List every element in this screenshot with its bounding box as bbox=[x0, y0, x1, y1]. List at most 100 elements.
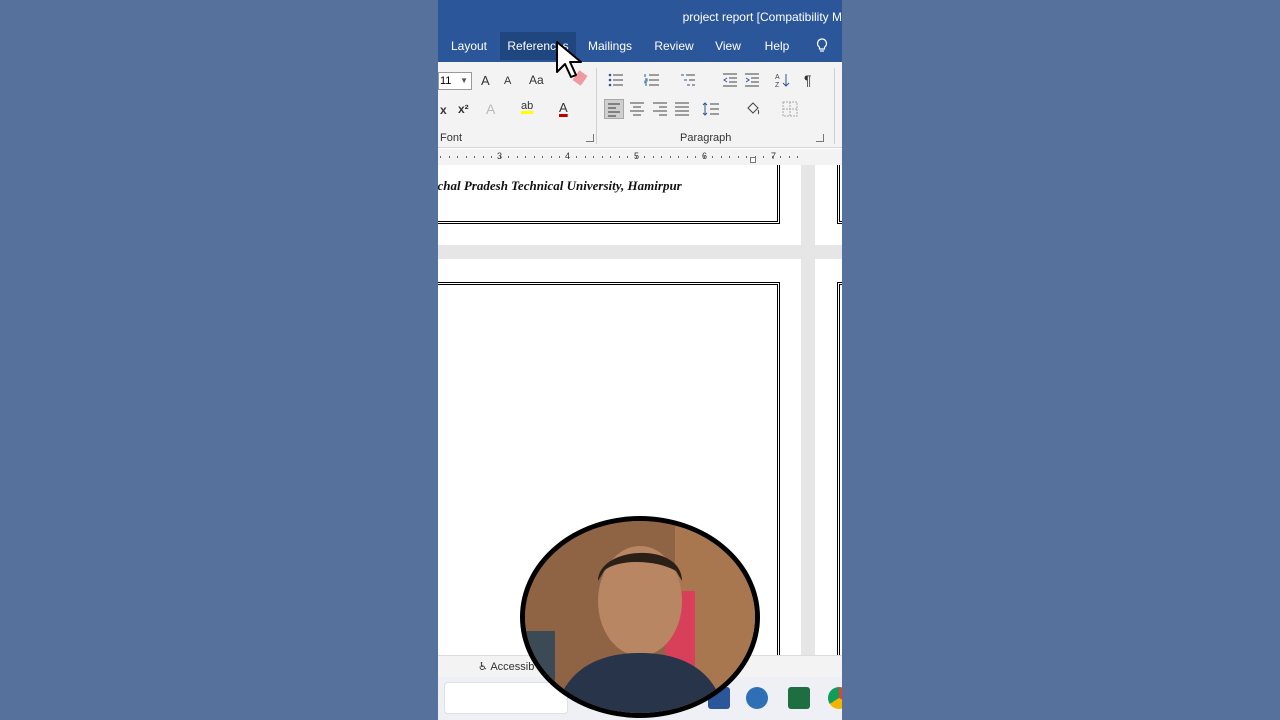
group-separator bbox=[596, 68, 597, 144]
ruler-tick bbox=[542, 156, 543, 158]
ruler-tick bbox=[474, 156, 475, 158]
shrink-font-button[interactable]: A bbox=[504, 75, 511, 87]
paragraph-group-label: Paragraph bbox=[680, 132, 732, 144]
svg-text:Z: Z bbox=[775, 82, 780, 88]
page-4[interactable] bbox=[815, 259, 842, 655]
ruler-tick bbox=[448, 156, 450, 158]
ruler-tick bbox=[465, 156, 467, 158]
ruler-number: 5 bbox=[634, 151, 640, 161]
font-size-value: 11 bbox=[440, 75, 452, 87]
multilevel-list-icon[interactable] bbox=[680, 73, 696, 87]
shading-icon[interactable] bbox=[744, 100, 762, 118]
font-group-label: Font bbox=[440, 132, 463, 144]
page-border: achal Pradesh Technical University, Hami… bbox=[438, 165, 780, 224]
excel-app-icon[interactable] bbox=[788, 687, 810, 709]
university-name-text[interactable]: achal Pradesh Technical University, Hami… bbox=[438, 178, 682, 194]
ruler-tick bbox=[780, 156, 781, 158]
photos-app-icon[interactable] bbox=[746, 687, 768, 709]
ruler-number: 6 bbox=[702, 151, 708, 161]
ruler-tick bbox=[593, 156, 594, 158]
tab-help[interactable]: Help bbox=[756, 32, 798, 60]
ruler-tick bbox=[516, 156, 518, 158]
ruler-tick bbox=[720, 156, 722, 158]
page-border bbox=[837, 282, 842, 655]
ruler-tick bbox=[601, 156, 603, 158]
ruler-tick bbox=[576, 156, 577, 158]
ruler-tick bbox=[763, 156, 764, 158]
page-1[interactable]: achal Pradesh Technical University, Hami… bbox=[438, 165, 801, 245]
ruler-number: 3 bbox=[497, 151, 503, 161]
numbering-icon[interactable] bbox=[644, 73, 660, 87]
paragraph-dialog-launcher[interactable] bbox=[816, 134, 824, 142]
lightbulb-icon[interactable] bbox=[816, 38, 828, 54]
horizontal-ruler[interactable]: 3 4 5 6 7 bbox=[438, 149, 842, 165]
align-center-icon[interactable] bbox=[629, 102, 645, 116]
ruler-tick bbox=[533, 156, 535, 158]
subscript-button[interactable]: x bbox=[440, 103, 447, 117]
accessibility-icon: ♿︎ bbox=[478, 661, 488, 673]
ruler-tick bbox=[508, 156, 509, 158]
mouse-cursor-icon bbox=[556, 41, 582, 78]
ruler-tick bbox=[686, 156, 688, 158]
ruler-tick bbox=[729, 156, 730, 158]
justify-icon[interactable] bbox=[674, 102, 690, 116]
ruler-tick bbox=[610, 156, 611, 158]
change-case-button[interactable]: Aa bbox=[529, 73, 544, 87]
line-spacing-icon[interactable] bbox=[702, 101, 720, 117]
title-bar: project report [Compatibility M Layout R… bbox=[438, 0, 842, 62]
increase-indent-icon[interactable] bbox=[744, 73, 760, 87]
decrease-indent-icon[interactable] bbox=[722, 73, 738, 87]
page-2[interactable] bbox=[815, 165, 842, 245]
ribbon: 11 ▼ A A Aa x x² A ab A Font AZ ¶ Paragr… bbox=[438, 62, 842, 148]
accessibility-status[interactable]: ♿︎ Accessib bbox=[478, 660, 534, 673]
ruler-tick bbox=[618, 156, 620, 158]
document-title: project report [Compatibility M bbox=[682, 10, 842, 24]
show-formatting-marks-button[interactable]: ¶ bbox=[804, 72, 812, 88]
grow-font-button[interactable]: A bbox=[481, 73, 490, 88]
superscript-button[interactable]: x² bbox=[458, 102, 469, 116]
ruler-tick bbox=[627, 156, 628, 158]
font-dialog-launcher[interactable] bbox=[586, 134, 594, 142]
ruler-tick bbox=[737, 156, 739, 158]
ruler-number: 7 bbox=[771, 151, 777, 161]
align-left-button[interactable] bbox=[604, 99, 624, 119]
webcam-overlay bbox=[520, 516, 760, 718]
ruler-tick bbox=[644, 156, 645, 158]
taskbar-search-box[interactable] bbox=[444, 682, 568, 714]
ruler-number: 4 bbox=[565, 151, 571, 161]
tab-view[interactable]: View bbox=[710, 32, 746, 60]
tab-review[interactable]: Review bbox=[648, 32, 700, 60]
ruler-tick bbox=[661, 156, 662, 158]
font-color-button[interactable]: A bbox=[559, 100, 568, 115]
ruler-tick bbox=[788, 156, 790, 158]
ruler-tick bbox=[652, 156, 654, 158]
ruler-tick bbox=[584, 156, 586, 158]
ruler-tick bbox=[525, 156, 526, 158]
ruler-tick bbox=[695, 156, 696, 158]
font-size-dropdown[interactable]: 11 ▼ bbox=[438, 72, 472, 90]
chevron-down-icon: ▼ bbox=[460, 76, 468, 85]
accessibility-label: Accessib bbox=[490, 661, 535, 673]
ruler-tick bbox=[482, 156, 484, 158]
bullets-icon[interactable] bbox=[608, 73, 624, 87]
ruler-tick bbox=[457, 156, 458, 158]
align-left-icon bbox=[608, 103, 620, 117]
text-effects-button[interactable]: A bbox=[486, 101, 495, 117]
borders-icon[interactable] bbox=[782, 101, 798, 117]
tab-mailings[interactable]: Mailings bbox=[582, 32, 638, 60]
ruler-tick bbox=[746, 156, 747, 158]
chrome-app-icon[interactable] bbox=[828, 687, 842, 709]
highlight-button[interactable]: ab bbox=[521, 100, 533, 112]
right-indent-marker[interactable] bbox=[750, 157, 756, 163]
tab-layout[interactable]: Layout bbox=[442, 32, 496, 60]
align-right-icon[interactable] bbox=[652, 102, 668, 116]
ruler-tick bbox=[669, 156, 671, 158]
sort-icon[interactable]: AZ bbox=[774, 72, 790, 88]
ruler-tick bbox=[797, 156, 798, 158]
presenter-video bbox=[525, 521, 755, 713]
page-border bbox=[837, 165, 842, 224]
ruler-tick bbox=[678, 156, 679, 158]
ruler-tick bbox=[491, 156, 492, 158]
ruler-tick bbox=[550, 156, 552, 158]
ruler-tick bbox=[440, 156, 441, 158]
